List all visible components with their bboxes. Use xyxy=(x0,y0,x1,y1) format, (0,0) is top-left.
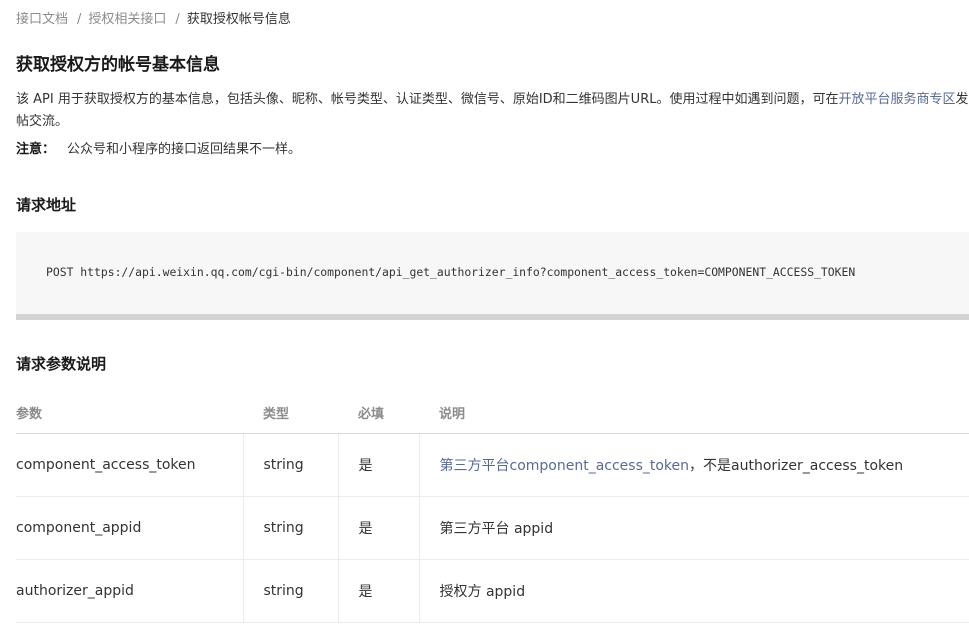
note-label: 注意： xyxy=(16,142,56,157)
table-row: authorizer_appid string 是 授权方 appid xyxy=(16,559,969,623)
param-description: 授权方 appid xyxy=(418,559,969,623)
breadcrumb-separator: / xyxy=(77,12,82,27)
param-type: string xyxy=(242,433,338,497)
param-type: string xyxy=(242,496,338,560)
note-text: 公众号和小程序的接口返回结果不一样。 xyxy=(67,142,302,157)
page-title: 获取授权方的帐号基本信息 xyxy=(16,55,220,75)
intro-paragraph: 该 API 用于获取授权方的基本信息，包括头像、昵称、帐号类型、认证类型、微信号… xyxy=(16,89,969,133)
service-provider-forum-link[interactable]: 开放平台服务商专区 xyxy=(838,92,955,107)
breadcrumb-item-auth-apis[interactable]: 授权相关接口 xyxy=(88,12,166,27)
section-title-request-params: 请求参数说明 xyxy=(16,355,107,373)
breadcrumb-item-docs[interactable]: 接口文档 xyxy=(16,12,68,27)
param-description: 第三方平台component_access_token，不是authorizer… xyxy=(418,433,969,497)
param-name: component_appid xyxy=(16,496,243,560)
column-header-description: 说明 xyxy=(419,391,969,434)
table-row: component_access_token string 是 第三方平台com… xyxy=(16,433,969,497)
table-row: component_appid string 是 第三方平台 appid xyxy=(16,496,969,560)
code-block[interactable]: POST https://api.weixin.qq.com/cgi-bin/c… xyxy=(16,232,969,320)
param-required: 是 xyxy=(337,433,419,497)
param-type: string xyxy=(242,559,338,623)
breadcrumb: 接口文档 / 授权相关接口 / 获取授权帐号信息 xyxy=(16,11,291,29)
column-header-param: 参数 xyxy=(16,391,243,434)
param-name: authorizer_appid xyxy=(16,559,243,623)
params-table: 参数 类型 必填 说明 component_access_token strin… xyxy=(16,391,969,623)
param-name: component_access_token xyxy=(16,433,243,497)
param-description-text: ，不是authorizer_access_token xyxy=(689,458,904,474)
component-access-token-link[interactable]: 第三方平台component_access_token xyxy=(440,458,690,474)
breadcrumb-current: 获取授权帐号信息 xyxy=(186,12,291,27)
section-title-request-url: 请求地址 xyxy=(16,196,77,214)
breadcrumb-separator: / xyxy=(175,12,180,27)
column-header-type: 类型 xyxy=(243,391,338,434)
param-required: 是 xyxy=(337,496,419,560)
intro-text: 该 API 用于获取授权方的基本信息，包括头像、昵称、帐号类型、认证类型、微信号… xyxy=(16,92,839,107)
param-description: 第三方平台 appid xyxy=(418,496,969,560)
column-header-required: 必填 xyxy=(338,391,419,434)
note: 注意： 公众号和小程序的接口返回结果不一样。 xyxy=(16,140,301,160)
param-required: 是 xyxy=(337,559,419,623)
table-header-row: 参数 类型 必填 说明 xyxy=(16,391,969,434)
request-url-code[interactable]: POST https://api.weixin.qq.com/cgi-bin/c… xyxy=(46,264,855,280)
